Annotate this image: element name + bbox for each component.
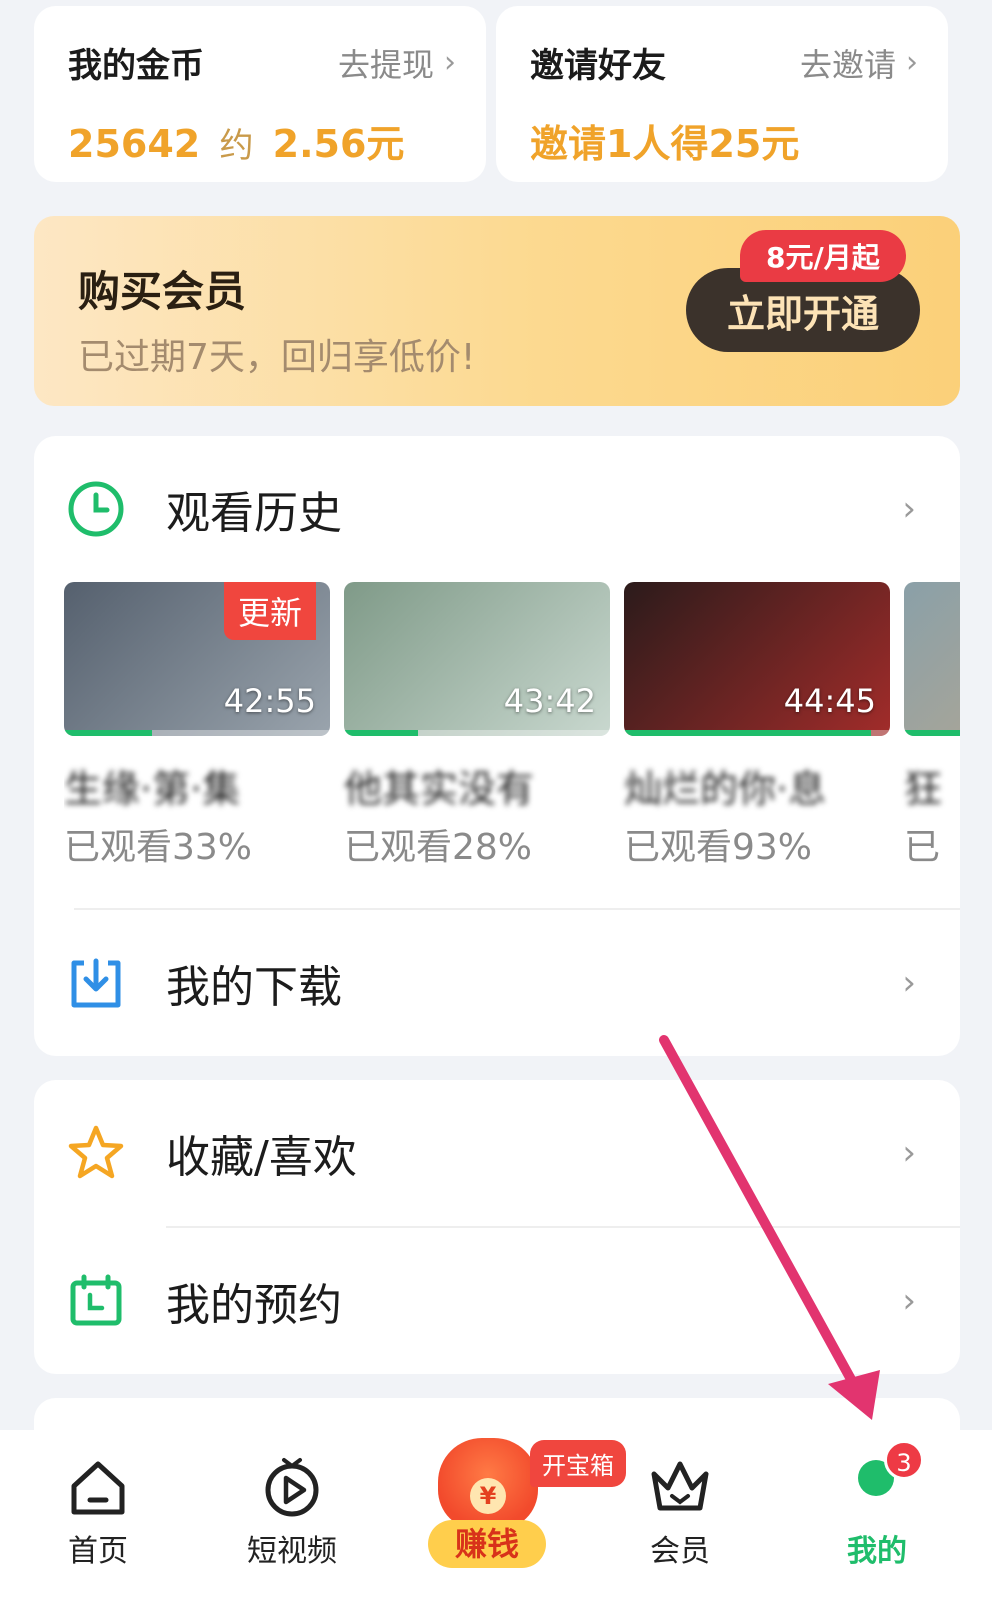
coins-approx: 约 [219, 126, 254, 166]
vip-price-badge: 8元/月起 [740, 230, 906, 282]
history-item[interactable]: 更新 42:55 生缘·第·集 已观看33% [64, 582, 330, 870]
video-thumbnail: 44:45 [624, 582, 890, 736]
favorites-label: 收藏/喜欢 [166, 1132, 357, 1183]
invite-title: 邀请好友 [530, 46, 666, 86]
video-thumbnail: 更新 42:55 [64, 582, 330, 736]
reservations-label: 我的预约 [166, 1280, 342, 1331]
coins-cash: 2.56元 [272, 122, 405, 166]
crown-icon [651, 1461, 709, 1511]
history-label: 观看历史 [166, 488, 342, 539]
withdraw-link[interactable]: 去提现 › [338, 40, 456, 86]
chevron-right-icon: › [906, 45, 918, 80]
collection-card: 收藏/喜欢 › 我的预约 › [34, 1080, 960, 1374]
video-thumbnail [904, 582, 960, 736]
vip-subtitle: 已过期7天，回归享低价! [78, 337, 476, 378]
watch-progress-label: 已观看93% [624, 827, 813, 868]
history-card: 观看历史 › 更新 42:55 生缘·第·集 已观看33% 43:42 他其实没有已观看2… [34, 436, 960, 1056]
calendar-icon [70, 1274, 122, 1326]
tab-mine-label: 我的 [847, 1534, 907, 1569]
invite-label: 去邀请 [799, 45, 896, 84]
yen-icon: ¥ [470, 1478, 506, 1514]
tab-short-video-label: 短视频 [247, 1534, 337, 1569]
tab-member[interactable]: 会员 [610, 1430, 750, 1600]
reservations-row[interactable]: 我的预约 › [34, 1228, 960, 1374]
chevron-right-icon: › [902, 1281, 916, 1321]
tab-home-label: 首页 [68, 1534, 128, 1569]
notification-badge: 3 [884, 1440, 924, 1480]
coins-card[interactable]: 我的金币 去提现 › 25642 约 2.56元 [34, 6, 486, 182]
money-bag-icon: ¥ [438, 1438, 538, 1530]
favorites-row[interactable]: 收藏/喜欢 › [34, 1080, 960, 1226]
invite-link[interactable]: 去邀请 › [800, 40, 918, 86]
history-list: 更新 42:55 生缘·第·集 已观看33% 43:42 他其实没有已观看28% 44:45… [64, 582, 960, 882]
tab-home[interactable]: 首页 [28, 1430, 168, 1600]
coins-value: 25642 约 2.56元 [68, 113, 456, 168]
watch-progress-label: 已观看28% [344, 827, 533, 868]
downloads-row[interactable]: 我的下载 › [34, 910, 960, 1056]
video-duration: 42:55 [223, 682, 316, 720]
vip-title: 购买会员 [78, 267, 247, 316]
vip-banner[interactable]: 购买会员 已过期7天，回归享低价! 立即开通 8元/月起 [34, 216, 960, 406]
chevron-right-icon: › [902, 963, 916, 1003]
video-title: 他其实没有 [344, 767, 535, 806]
star-icon [68, 1125, 124, 1179]
history-item[interactable]: 44:45 灿烂的你·息 已观看93% [624, 582, 890, 870]
video-title: 生缘·第·集 [64, 767, 241, 806]
video-thumbnail: 43:42 [344, 582, 610, 736]
progress-bar [624, 730, 872, 736]
bottom-tab-bar: 首页 短视频 ¥ 赚钱 开宝箱 会员 3 我的 [0, 1430, 992, 1600]
video-duration: 43:42 [503, 682, 596, 720]
history-item[interactable]: 43:42 他其实没有已观看28% [344, 582, 610, 870]
tab-member-label: 会员 [650, 1534, 710, 1569]
chevron-right-icon: › [902, 489, 916, 529]
tab-short-video[interactable]: 短视频 [222, 1430, 362, 1600]
video-duration: 44:45 [783, 682, 876, 720]
invite-card[interactable]: 邀请好友 去邀请 › 邀请1人得25元 [496, 6, 948, 182]
invite-reward: 邀请1人得25元 [530, 122, 800, 166]
watch-progress-label: 已观看33% [64, 827, 253, 868]
progress-bar [64, 730, 152, 736]
download-icon [71, 958, 121, 1008]
watch-progress-label: 已 [904, 827, 941, 868]
tab-earn-label: 赚钱 [428, 1520, 546, 1568]
coins-title: 我的金币 [68, 46, 204, 86]
withdraw-label: 去提现 [337, 45, 434, 84]
video-title: 狂 [904, 767, 943, 806]
progress-bar [904, 730, 960, 736]
progress-bar [344, 730, 419, 736]
coins-amount: 25642 [68, 122, 201, 166]
chevron-right-icon: › [444, 45, 456, 80]
video-title: 灿烂的你·息 [624, 767, 827, 806]
clock-icon [68, 481, 124, 537]
history-row[interactable]: 观看历史 › [34, 436, 960, 582]
home-icon [71, 1461, 125, 1515]
downloads-label: 我的下载 [166, 962, 342, 1013]
history-item[interactable]: 狂已 [904, 582, 960, 870]
chevron-right-icon: › [902, 1133, 916, 1173]
update-tag: 更新 [223, 582, 316, 640]
play-circle-icon [265, 1458, 319, 1517]
